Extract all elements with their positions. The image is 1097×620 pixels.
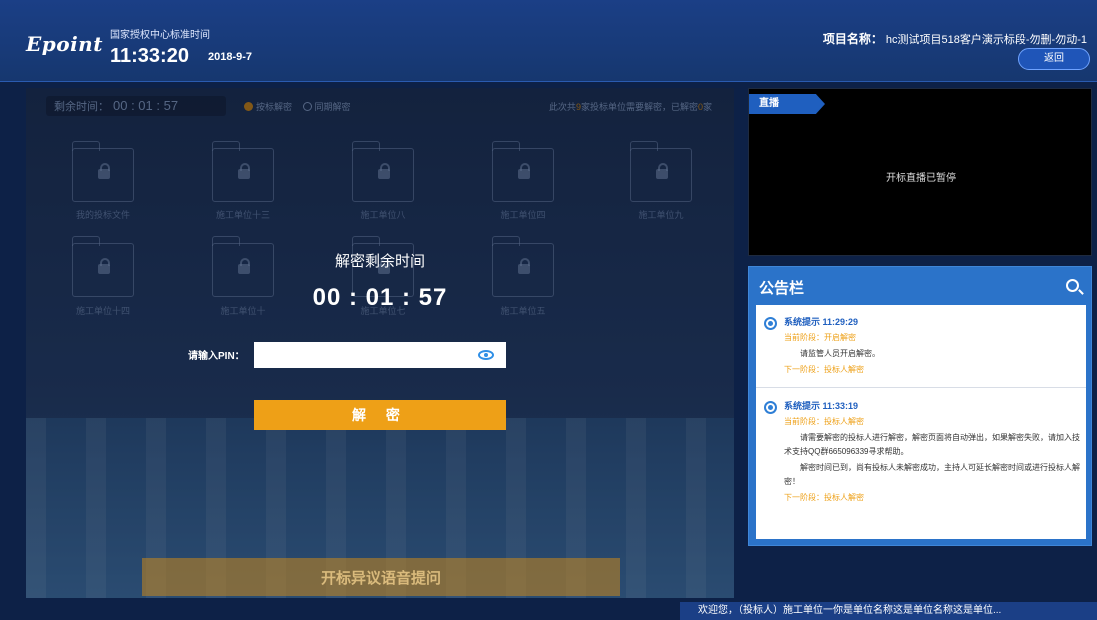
message-text-2: 解密时间已到，尚有投标人未解密成功，主持人可延长解密时间或进行投标人解密！	[784, 463, 1080, 486]
pin-input[interactable]	[254, 342, 506, 368]
message-stage: 当前阶段：投标人解密	[784, 417, 864, 426]
eye-icon[interactable]	[478, 350, 494, 360]
pin-label: 请输入PIN：	[188, 351, 245, 362]
message-next-stage: 下一阶段：投标人解密	[784, 493, 864, 502]
list-item: 系统提示 11:33:19 当前阶段：投标人解密 请需要解密的投标人进行解密，解…	[764, 399, 1080, 539]
project-label: 项目名称：	[822, 32, 883, 46]
current-time: 11:33:20	[110, 45, 189, 67]
divider	[756, 387, 1086, 388]
project-name: hc测试项目518客户演示标段-勿删-勿动-1	[885, 34, 1087, 46]
avatar-icon	[764, 401, 777, 414]
message-next-stage: 下一阶段：投标人解密	[784, 365, 864, 374]
dialog-countdown: 00 : 01 : 57	[312, 284, 448, 311]
live-status: 开标直播已暂停	[886, 173, 956, 184]
list-item: 系统提示 11:29:29 当前阶段：开启解密 请监管人员开启解密。 下一阶段：…	[764, 315, 1080, 385]
dialog-title: 解密剩余时间	[334, 253, 425, 270]
message-text: 请需要解密的投标人进行解密，解密页面将自动弹出，如果解密失败，请加入技术支持QQ…	[784, 433, 1080, 456]
header: Epoint 国家授权中心标准时间 11:33:20 2018-9-7 项目名称…	[0, 0, 1097, 82]
avatar-icon	[764, 317, 777, 330]
decrypt-button[interactable]: 解 密	[254, 400, 506, 430]
message-sender: 系统提示 11:33:19	[784, 401, 859, 411]
search-icon[interactable]	[1066, 279, 1079, 292]
decrypt-dialog-overlay: 解密剩余时间 00 : 01 : 57 请输入PIN： 解 密 开标异议语音提问	[26, 88, 734, 598]
voice-question-button[interactable]: 开标异议语音提问	[142, 558, 620, 596]
notice-board: 公告栏 系统提示 11:29:29 当前阶段：开启解密 请监管人员开启解密。 下…	[748, 266, 1092, 546]
epoint-logo: Epoint	[26, 32, 103, 56]
current-date: 2018-9-7	[208, 51, 253, 63]
message-text: 请监管人员开启解密。	[800, 349, 880, 358]
notice-list[interactable]: 系统提示 11:29:29 当前阶段：开启解密 请监管人员开启解密。 下一阶段：…	[756, 305, 1086, 539]
decrypt-main-panel: 剩余时间： 00 : 01 : 57 按标解密 同期解密 此次共9家投标单位需要解…	[26, 88, 734, 598]
message-stage: 当前阶段：开启解密	[784, 333, 856, 342]
live-tag: 直播	[749, 94, 825, 114]
time-label: 国家授权中心标准时间	[110, 30, 210, 41]
message-sender: 系统提示 11:29:29	[784, 317, 859, 327]
live-video-panel: 直播 开标直播已暂停	[748, 88, 1092, 256]
notice-title: 公告栏	[759, 280, 805, 297]
welcome-marquee: 欢迎您，（投标人）施工单位一你是单位名称这是单位名称这是单位...	[680, 602, 1097, 620]
back-button[interactable]: 返回	[1018, 48, 1090, 70]
project-info: 项目名称： hc测试项目518客户演示标段-勿删-勿动-1	[823, 30, 1087, 47]
